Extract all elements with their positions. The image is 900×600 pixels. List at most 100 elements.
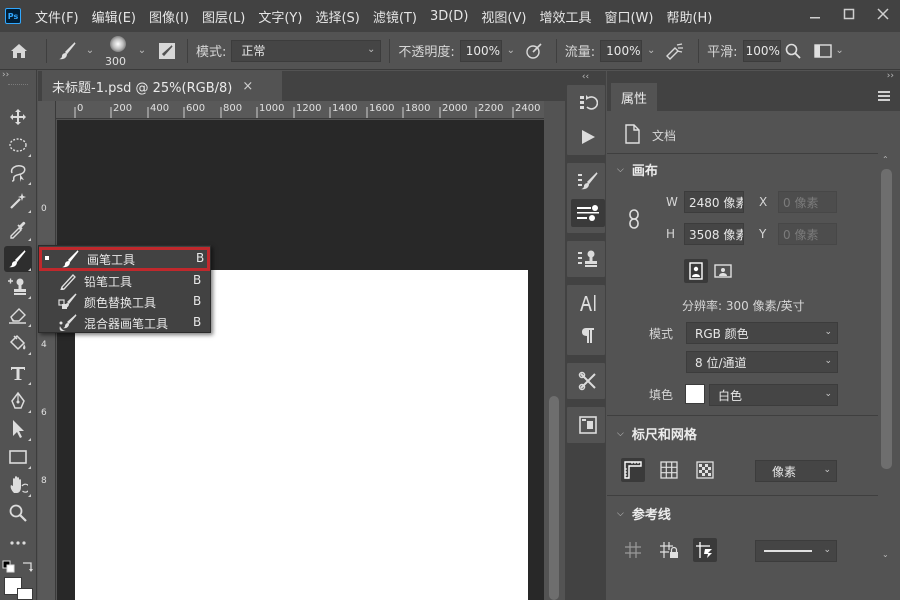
height-input[interactable]: 3508 像素 [684, 223, 744, 245]
collapse-double-chevron-icon[interactable]: ›› [887, 71, 894, 81]
chevron-down-icon[interactable]: ⌄ [835, 40, 845, 62]
menu-layer[interactable]: 图层(L) [202, 7, 245, 26]
clone-stamp-tool[interactable] [4, 274, 32, 300]
menu-filter[interactable]: 滤镜(T) [373, 7, 417, 26]
link-dimensions-button[interactable] [627, 209, 641, 229]
close-tab-icon[interactable]: × [242, 79, 253, 94]
move-tool[interactable] [4, 104, 32, 130]
zoom-tool[interactable] [4, 500, 32, 526]
menu-help[interactable]: 帮助(H) [666, 7, 712, 26]
scroll-down-icon[interactable]: ⌄ [882, 550, 889, 559]
brush-settings-button[interactable] [155, 39, 179, 63]
collapse-double-chevron-icon[interactable]: ›› [2, 70, 9, 80]
menu-window[interactable]: 窗口(W) [604, 7, 653, 26]
clone-source-panel-button[interactable] [571, 245, 605, 273]
minimize-button[interactable] [798, 0, 832, 28]
pressure-opacity-button[interactable] [520, 39, 548, 63]
smart-guides-button[interactable] [693, 538, 717, 562]
eraser-tool[interactable] [4, 302, 32, 328]
close-window-button[interactable] [866, 0, 900, 28]
toggle-grid-button[interactable] [657, 458, 681, 482]
swap-colors-button[interactable] [20, 560, 34, 574]
menu-image[interactable]: 图像(I) [149, 7, 189, 26]
paragraph-panel-button[interactable] [571, 321, 605, 349]
blend-mode-select[interactable]: 正常 ⌄ [231, 39, 382, 62]
guides-section-header[interactable]: ⌵ 参考线 [617, 504, 671, 523]
menu-type[interactable]: 文字(Y) [258, 7, 302, 26]
menu-file[interactable]: 文件(F) [35, 7, 79, 26]
properties-scrollbar[interactable]: ⌃ ⌄ [878, 155, 896, 600]
tool-preset-picker[interactable] [55, 36, 81, 66]
bit-depth-select[interactable]: 8 位/通道 ⌄ [686, 351, 838, 373]
workspace-button[interactable] [811, 39, 835, 63]
y-input[interactable]: 0 像素 [778, 223, 837, 245]
paint-bucket-tool[interactable] [4, 330, 32, 356]
brush-tool[interactable] [4, 246, 32, 272]
menu-plugins[interactable]: 增效工具 [539, 7, 591, 26]
chevron-down-icon[interactable]: ⌄ [502, 40, 520, 62]
color-mode-select[interactable]: RGB 颜色 ⌄ [686, 322, 838, 344]
toggle-pixel-grid-button[interactable] [693, 458, 717, 482]
rectangle-tool[interactable] [4, 444, 32, 470]
tab-properties[interactable]: 属性 [611, 83, 657, 111]
grip-icon[interactable] [8, 84, 28, 86]
menu-view[interactable]: 视图(V) [481, 7, 526, 26]
scrollbar-thumb[interactable] [881, 169, 892, 469]
hand-tool[interactable] [4, 472, 32, 498]
edit-toolbar-button[interactable] [4, 530, 32, 556]
flyout-item-mixer-brush-tool[interactable]: 混合器画笔工具 B [39, 312, 210, 333]
layer-comps-panel-button[interactable] [571, 411, 605, 439]
home-button[interactable] [0, 34, 38, 68]
horizontal-ruler[interactable]: 0 200 400 600 800 1000 1200 1400 1600 18… [56, 101, 544, 119]
lock-guides-button[interactable] [657, 538, 681, 562]
actions-panel-button[interactable] [571, 123, 605, 151]
flyout-item-color-replacement-tool[interactable]: 颜色替换工具 B [39, 291, 210, 312]
canvas-section-header[interactable]: ⌵ 画布 [617, 160, 658, 179]
smoothing-input[interactable]: 100% [742, 39, 781, 62]
brush-size-picker[interactable]: 300 [103, 34, 133, 68]
fill-color-swatch[interactable] [685, 384, 705, 404]
marquee-tool[interactable] [4, 132, 32, 158]
toggle-rulers-button[interactable] [621, 458, 645, 482]
landscape-orientation-button[interactable] [711, 259, 735, 283]
restore-button[interactable] [832, 0, 866, 28]
brush-settings-panel-button[interactable] [571, 167, 605, 195]
background-color-swatch[interactable] [17, 588, 33, 600]
chevron-down-icon[interactable]: ⌄ [133, 40, 151, 62]
path-selection-tool[interactable] [4, 416, 32, 442]
canvas-vertical-scrollbar[interactable] [544, 101, 564, 600]
smoothing-options-button[interactable] [781, 39, 805, 63]
menu-edit[interactable]: 编辑(E) [92, 7, 136, 26]
history-panel-button[interactable] [571, 89, 605, 117]
type-tool[interactable] [4, 360, 32, 386]
pen-tool[interactable] [4, 388, 32, 414]
width-input[interactable]: 2480 像素 [684, 191, 744, 213]
guide-style-select[interactable]: ⌄ [755, 540, 837, 562]
portrait-orientation-button[interactable] [684, 259, 708, 283]
tool-presets-panel-button[interactable] [571, 367, 605, 395]
scrollbar-thumb[interactable] [549, 396, 559, 600]
chevron-down-icon[interactable]: ⌄ [81, 40, 99, 62]
character-panel-button[interactable] [571, 289, 605, 317]
rulers-grids-section-header[interactable]: ⌵ 标尺和网格 [617, 424, 697, 443]
menu-select[interactable]: 选择(S) [315, 7, 359, 26]
toggle-guides-button[interactable] [621, 538, 645, 562]
brushes-panel-button[interactable] [571, 199, 605, 227]
menu-3d[interactable]: 3D(D) [430, 9, 468, 24]
eyedropper-tool[interactable] [4, 216, 32, 242]
panel-menu-icon[interactable] [878, 91, 890, 101]
lasso-tool[interactable] [4, 160, 32, 186]
chevron-down-icon[interactable]: ⌄ [642, 40, 660, 62]
opacity-input[interactable]: 100% [459, 39, 502, 62]
fill-select[interactable]: 白色 ⌄ [709, 384, 838, 406]
vertical-ruler[interactable]: 0 2 4 6 8 [38, 101, 56, 600]
flyout-item-pencil-tool[interactable]: 铅笔工具 B [39, 270, 210, 291]
canvas-area[interactable] [57, 120, 544, 600]
default-colors-button[interactable] [2, 560, 16, 574]
document-tab[interactable]: 未标题-1.psd @ 25%(RGB/8) × [42, 71, 282, 101]
scroll-up-icon[interactable]: ⌃ [882, 155, 889, 164]
collapse-double-chevron-icon[interactable]: ‹‹ [565, 71, 606, 83]
x-input[interactable]: 0 像素 [778, 191, 837, 213]
flow-input[interactable]: 100% [600, 39, 643, 62]
magic-wand-tool[interactable] [4, 188, 32, 214]
